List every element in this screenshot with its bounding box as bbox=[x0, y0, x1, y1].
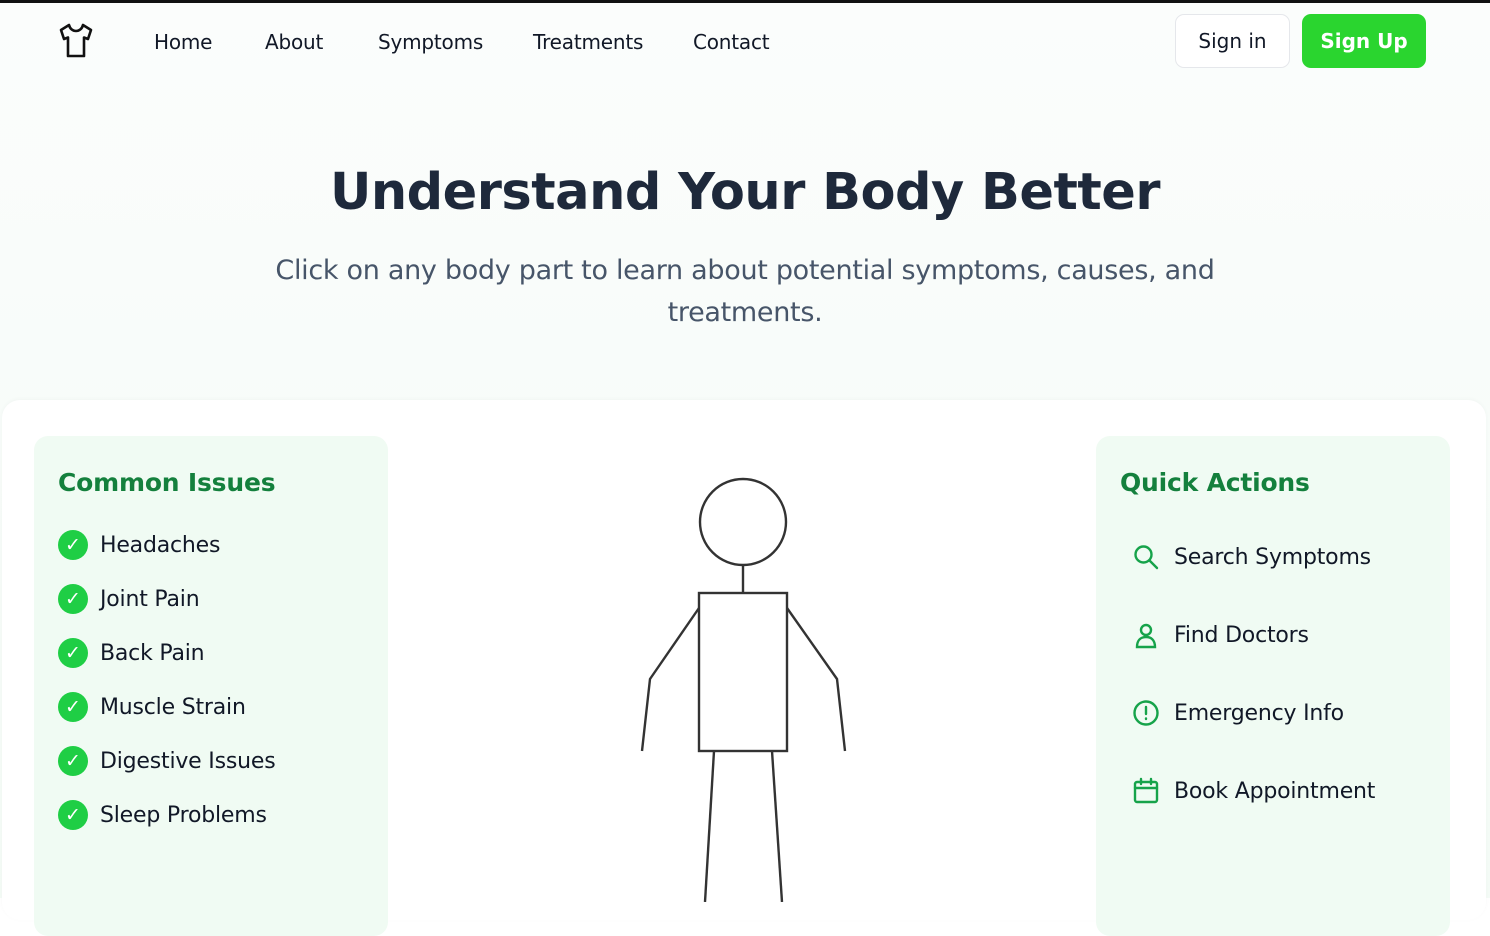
search-icon bbox=[1134, 545, 1159, 570]
find-doctors-action[interactable]: Find Doctors bbox=[1132, 618, 1309, 652]
page: Home About Symptoms Treatments Contact S… bbox=[0, 3, 1490, 936]
check-icon: ✓ bbox=[58, 530, 88, 560]
body-part-left-arm[interactable] bbox=[640, 607, 700, 752]
issue-label: Back Pain bbox=[100, 640, 205, 666]
hero-subtitle: Click on any body part to learn about po… bbox=[275, 255, 1215, 328]
body-part-right-leg[interactable] bbox=[770, 750, 784, 902]
emergency-info-action[interactable]: Emergency Info bbox=[1132, 696, 1344, 730]
issue-label: Digestive Issues bbox=[100, 748, 276, 774]
calendar-icon bbox=[1133, 777, 1159, 804]
action-label: Emergency Info bbox=[1174, 700, 1344, 726]
body-part-torso[interactable] bbox=[697, 591, 789, 753]
issue-item-muscle-strain[interactable]: ✓ Muscle Strain bbox=[58, 691, 246, 723]
action-label: Search Symptoms bbox=[1174, 544, 1371, 570]
quick-actions-panel: Quick Actions Search Symptoms Find Docto… bbox=[1096, 436, 1450, 936]
nav-link-contact[interactable]: Contact bbox=[693, 30, 770, 54]
body-part-left-leg[interactable] bbox=[703, 750, 716, 902]
issue-label: Joint Pain bbox=[100, 586, 200, 612]
hero-title: Understand Your Body Better bbox=[329, 163, 1161, 222]
issue-label: Muscle Strain bbox=[100, 694, 246, 720]
common-issues-title: Common Issues bbox=[58, 468, 276, 497]
nav-link-symptoms[interactable]: Symptoms bbox=[378, 30, 483, 54]
body-figure bbox=[640, 477, 847, 902]
check-icon: ✓ bbox=[58, 746, 88, 776]
body-part-right-arm[interactable] bbox=[786, 607, 847, 752]
issue-item-digestive-issues[interactable]: ✓ Digestive Issues bbox=[58, 745, 276, 777]
tshirt-icon[interactable] bbox=[58, 22, 94, 60]
check-icon: ✓ bbox=[58, 692, 88, 722]
nav-link-home[interactable]: Home bbox=[154, 30, 212, 54]
issue-item-sleep-problems[interactable]: ✓ Sleep Problems bbox=[58, 799, 267, 831]
user-icon bbox=[1135, 623, 1157, 649]
check-icon: ✓ bbox=[58, 800, 88, 830]
issue-label: Sleep Problems bbox=[100, 802, 267, 828]
issue-item-joint-pain[interactable]: ✓ Joint Pain bbox=[58, 583, 200, 615]
action-label: Book Appointment bbox=[1174, 778, 1376, 804]
top-nav: Home About Symptoms Treatments Contact S… bbox=[0, 3, 1490, 81]
sign-in-button[interactable]: Sign in bbox=[1175, 14, 1290, 68]
issue-label: Headaches bbox=[100, 532, 221, 558]
search-symptoms-action[interactable]: Search Symptoms bbox=[1132, 540, 1371, 574]
issue-item-headaches[interactable]: ✓ Headaches bbox=[58, 529, 220, 561]
check-icon: ✓ bbox=[58, 638, 88, 668]
check-icon: ✓ bbox=[58, 584, 88, 614]
action-label: Find Doctors bbox=[1174, 622, 1309, 648]
sign-up-button[interactable]: Sign Up bbox=[1302, 14, 1426, 68]
nav-link-about[interactable]: About bbox=[265, 30, 323, 54]
body-explorer-card: Common Issues ✓ Headaches ✓ Joint Pain ✓… bbox=[2, 400, 1486, 936]
nav-link-treatments[interactable]: Treatments bbox=[533, 30, 643, 54]
body-part-head[interactable] bbox=[698, 477, 788, 567]
common-issues-panel: Common Issues ✓ Headaches ✓ Joint Pain ✓… bbox=[34, 436, 388, 936]
book-appointment-action[interactable]: Book Appointment bbox=[1132, 774, 1375, 808]
alert-circle-icon bbox=[1133, 700, 1159, 726]
quick-actions-title: Quick Actions bbox=[1120, 468, 1310, 497]
issue-item-back-pain[interactable]: ✓ Back Pain bbox=[58, 637, 205, 669]
